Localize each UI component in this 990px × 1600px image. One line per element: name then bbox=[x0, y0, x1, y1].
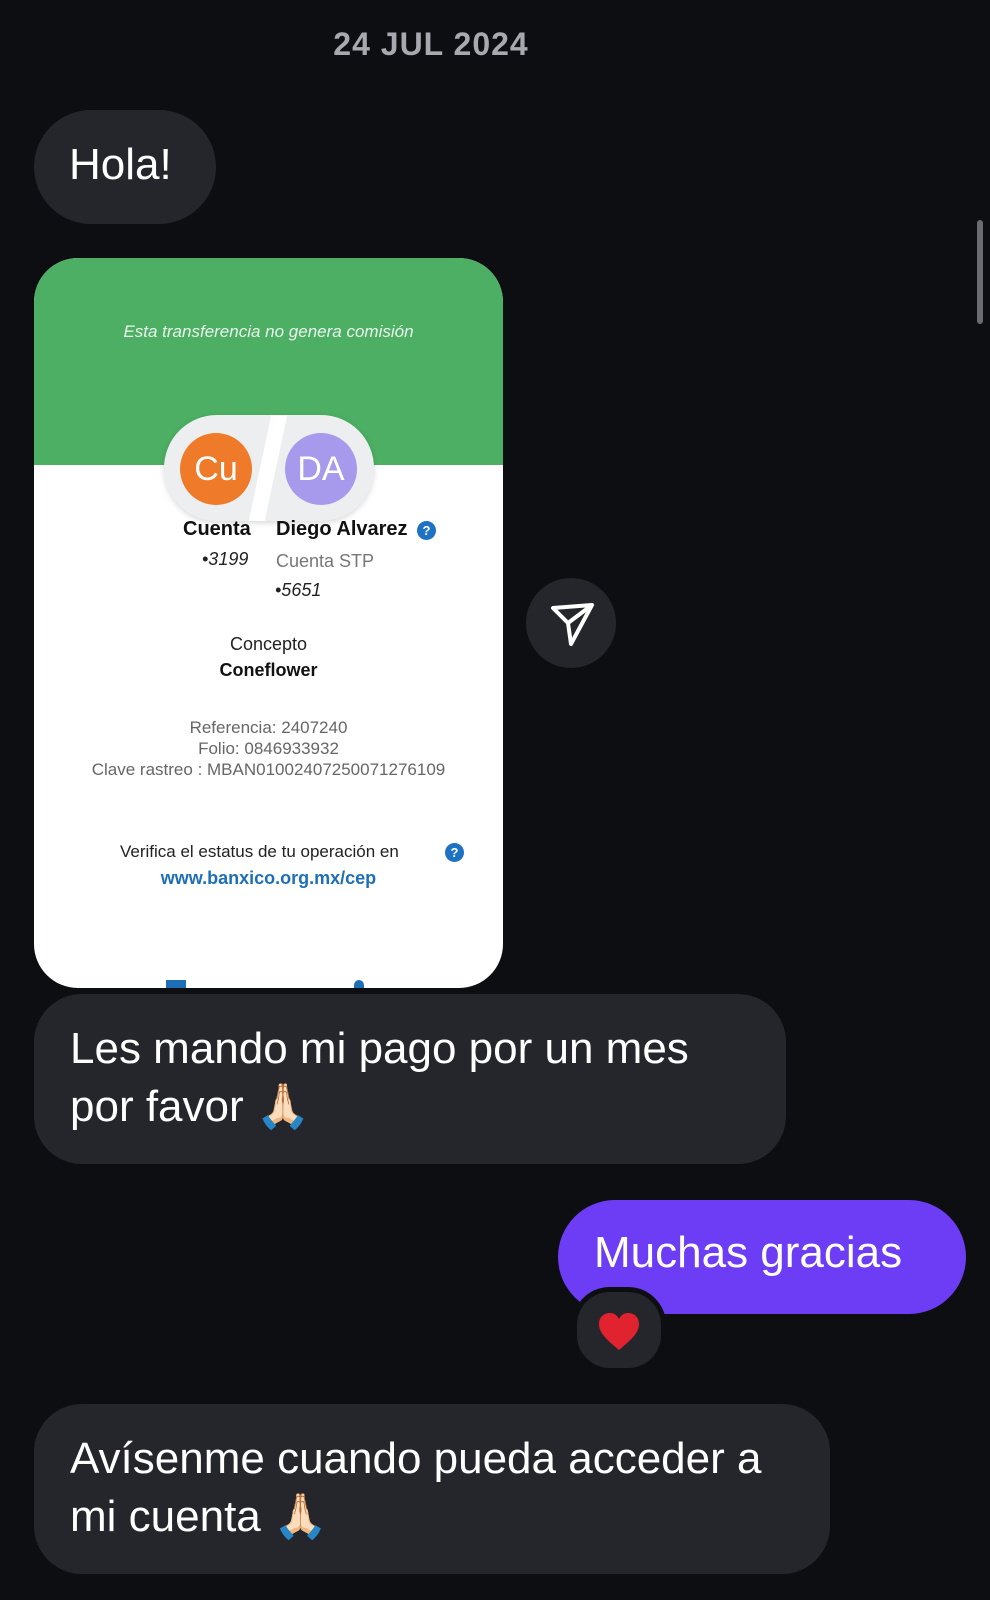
date-separator: 24 JUL 2024 bbox=[333, 26, 529, 62]
pill-divider bbox=[248, 415, 288, 521]
banxico-link[interactable]: www.banxico.org.mx/cep bbox=[34, 868, 503, 889]
avatar-sender: Cu bbox=[180, 433, 252, 505]
question-icon[interactable]: ? bbox=[417, 521, 436, 540]
receipt-image-message[interactable]: Esta transferencia no genera comisión Cu… bbox=[34, 258, 503, 988]
scrollbar[interactable] bbox=[977, 220, 983, 324]
receipt-note: Esta transferencia no genera comisión bbox=[123, 322, 414, 341]
participants-pill: Cu DA bbox=[164, 415, 374, 521]
verify-text: Verifica el estatus de tu operación en bbox=[120, 842, 399, 861]
sender-account: •3199 bbox=[202, 549, 249, 569]
message-bubble-hola[interactable]: Hola! bbox=[34, 110, 216, 224]
tracking-key: Clave rastreo : MBAN01002407250071276109 bbox=[91, 760, 446, 779]
concept-label: Concepto bbox=[229, 634, 308, 654]
heart-icon bbox=[599, 1313, 639, 1350]
recipient-account: •5651 bbox=[275, 580, 322, 600]
cropped-icon-fragment bbox=[354, 980, 364, 988]
avatar-recipient: DA bbox=[285, 433, 357, 505]
heart-reaction[interactable] bbox=[572, 1287, 666, 1373]
question-icon[interactable]: ? bbox=[445, 843, 464, 862]
message-bubble-pago[interactable]: Les mando mi pago por un mes por favor 🙏… bbox=[34, 994, 786, 1164]
paper-plane-icon bbox=[551, 603, 594, 646]
reference-number: Referencia: 2407240 bbox=[189, 718, 348, 737]
concept-value: Coneflower bbox=[219, 660, 318, 680]
recipient-name: Diego Alvarez bbox=[276, 518, 408, 540]
message-bubble-avisenme[interactable]: Avísenme cuando pueda acceder a mi cuent… bbox=[34, 1404, 830, 1574]
cropped-icon-fragment bbox=[166, 980, 186, 988]
folio-number: Folio: 0846933932 bbox=[198, 739, 339, 758]
share-button[interactable] bbox=[526, 578, 616, 668]
sender-name: Cuenta bbox=[183, 518, 251, 540]
recipient-bank: Cuenta STP bbox=[276, 551, 375, 571]
